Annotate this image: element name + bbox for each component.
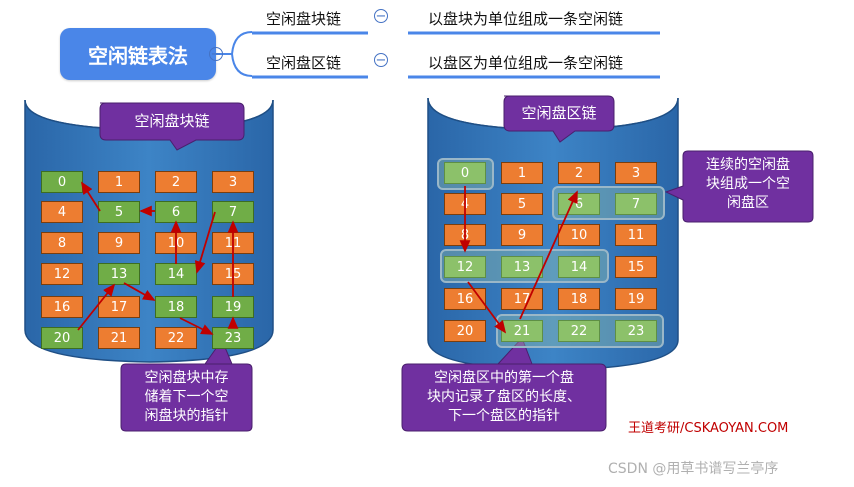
right-side-callout-line-2: 块组成一个空 xyxy=(706,176,790,192)
right-bottom-callout-line-3: 下一个盘区的指针 xyxy=(448,408,560,424)
right-bottom-callout-line-1: 空闲盘区中的第一个盘 xyxy=(434,370,574,386)
right-side-callout-line-3: 闲盘区 xyxy=(727,195,769,211)
right-bottom-callout: 空闲盘区中的第一个盘 块内记录了盘区的长度、 下一个盘区的指针 xyxy=(402,369,606,426)
left-bottom-callout: 空闲盘块中存 储着下一个空 闲盘块的指针 xyxy=(121,369,252,426)
arrow-region-21-6 xyxy=(519,190,578,320)
footer-brand: 王道考研/CSKAOYAN.COM xyxy=(628,421,789,436)
arrow-region-12-21 xyxy=(467,281,507,334)
right-side-callout: 连续的空闲盘 块组成一个空 闲盘区 xyxy=(683,156,813,213)
diagram-canvas: 空闲链表法 − 空闲盘块链 − 以盘块为单位组成一条空闲链 空闲盘区链 − 以盘… xyxy=(0,0,854,487)
right-bottom-callout-line-2: 块内记录了盘区的长度、 xyxy=(427,389,581,405)
left-callout-line-2: 储着下一个空 xyxy=(144,389,229,405)
left-disk-title: 空闲盘块链 xyxy=(134,112,210,130)
arrow-7-14 xyxy=(194,211,216,274)
arrow-13-18 xyxy=(123,282,156,301)
left-callout-line-3: 闲盘块的指针 xyxy=(144,408,229,424)
left-callout-line-1: 空闲盘块中存 xyxy=(144,370,229,386)
right-side-callout-line-1: 连续的空闲盘 xyxy=(706,157,790,173)
arrow-5-0 xyxy=(81,181,101,212)
arrow-18-23 xyxy=(179,317,214,335)
right-disk-title: 空闲盘区链 xyxy=(521,104,597,122)
credit-watermark: CSDN @用草书谱写兰亭序 xyxy=(608,461,779,477)
arrow-20-13 xyxy=(77,283,116,331)
